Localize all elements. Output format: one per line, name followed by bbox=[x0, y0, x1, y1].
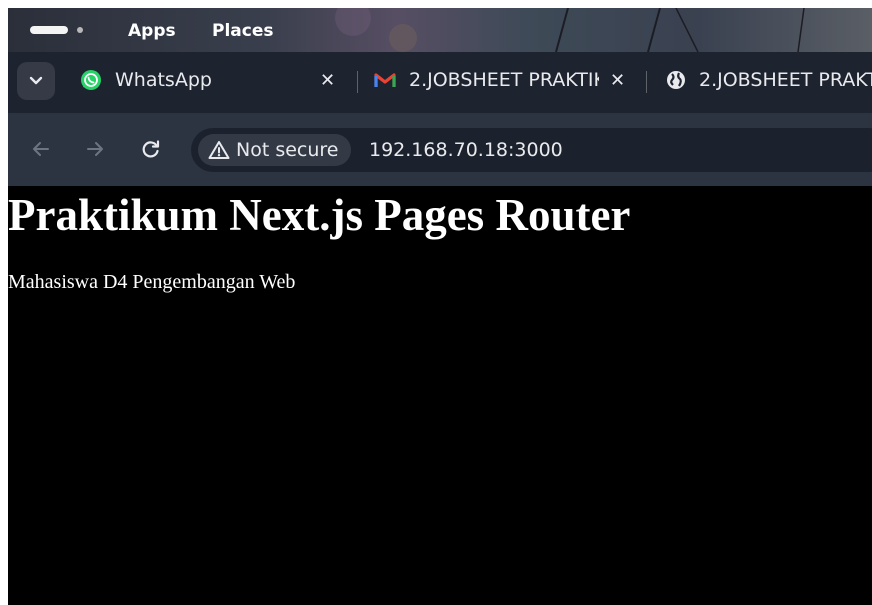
url-text[interactable]: 192.168.70.18:3000 bbox=[369, 139, 563, 161]
tab-title: 2.JOBSHEET PRAKTIKUM bbox=[409, 69, 599, 91]
arrow-right-icon bbox=[87, 142, 103, 156]
forward-button[interactable] bbox=[82, 136, 108, 162]
gmail-icon bbox=[374, 69, 396, 91]
system-top-bar: Apps Places bbox=[8, 8, 872, 52]
tab-jobsheet-gmail[interactable]: 2.JOBSHEET PRAKTIKUM bbox=[374, 58, 599, 102]
tab-jobsheet-web[interactable]: 2.JOBSHEET PRAKTIKUM bbox=[666, 58, 872, 102]
security-label: Not secure bbox=[236, 139, 339, 161]
tab-separator bbox=[646, 71, 647, 93]
whatsapp-icon bbox=[80, 69, 102, 91]
tab-close-button[interactable]: ✕ bbox=[320, 72, 335, 90]
page-viewport: Praktikum Next.js Pages Router Mahasiswa… bbox=[8, 186, 872, 605]
globe-icon bbox=[666, 69, 686, 91]
arrow-left-icon bbox=[33, 142, 49, 156]
tab-search-button[interactable] bbox=[17, 62, 55, 100]
tab-whatsapp[interactable]: WhatsApp bbox=[80, 58, 212, 102]
warning-icon bbox=[208, 140, 230, 160]
apps-menu[interactable]: Apps bbox=[128, 21, 176, 41]
tab-strip: WhatsApp ✕ 2.JOBSHEET PRAKTIKUM ✕ bbox=[8, 52, 872, 113]
page-paragraph: Mahasiswa D4 Pengembangan Web bbox=[8, 271, 296, 293]
activities-button[interactable] bbox=[30, 26, 68, 34]
site-security-chip[interactable]: Not secure bbox=[198, 134, 351, 166]
workspace-indicator[interactable] bbox=[77, 27, 83, 33]
tab-separator bbox=[357, 71, 358, 93]
tab-close-button[interactable]: ✕ bbox=[610, 72, 625, 90]
browser-toolbar: Not secure 192.168.70.18:3000 bbox=[8, 113, 872, 186]
places-menu[interactable]: Places bbox=[212, 21, 273, 41]
desktop-frame: Apps Places WhatsApp ✕ 2.JOBSHEET PRAKTI… bbox=[8, 8, 872, 605]
tab-title: WhatsApp bbox=[115, 69, 212, 91]
chevron-down-icon bbox=[29, 76, 43, 85]
reload-button[interactable] bbox=[138, 136, 164, 162]
reload-icon bbox=[142, 140, 160, 158]
page-heading: Praktikum Next.js Pages Router bbox=[8, 190, 631, 240]
address-bar[interactable]: Not secure 192.168.70.18:3000 bbox=[191, 128, 872, 172]
back-button[interactable] bbox=[28, 136, 54, 162]
tab-title: 2.JOBSHEET PRAKTIKUM bbox=[699, 69, 872, 91]
